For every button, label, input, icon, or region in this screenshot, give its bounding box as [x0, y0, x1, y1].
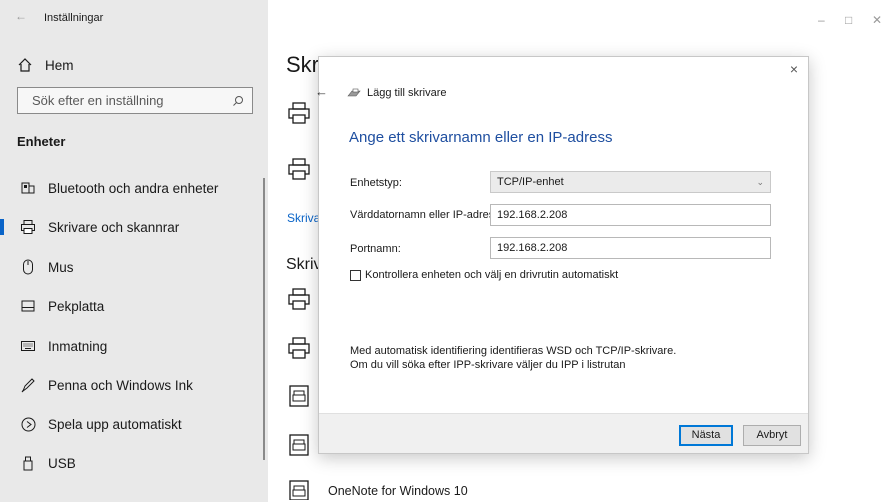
sidebar-scrollbar[interactable]: [263, 178, 265, 460]
nav-home[interactable]: Hem: [17, 57, 74, 73]
search-input[interactable]: Sök efter en inställning: [17, 87, 253, 114]
info-text-line-2: Om du vill söka efter IPP-skrivare välje…: [350, 359, 626, 371]
dialog-back-button[interactable]: ←: [315, 84, 328, 99]
sidebar-item-label: Skrivare och skannrar: [48, 219, 180, 235]
dialog-close-button[interactable]: ×: [790, 61, 798, 77]
add-printer-link[interactable]: Skriva: [287, 211, 320, 225]
info-text-line-1: Med automatisk identifiering identifiera…: [350, 345, 677, 357]
sidebar-item-label: Penna och Windows Ink: [48, 377, 193, 393]
chevron-down-icon: ⌄: [756, 176, 764, 187]
device-type-select[interactable]: TCP/IP-enhet ⌄: [490, 171, 771, 193]
mouse-icon: [20, 259, 36, 275]
autoplay-icon: [20, 416, 36, 432]
printer-icon[interactable]: [286, 335, 312, 361]
sidebar-item-usb[interactable]: USB: [0, 445, 268, 481]
sidebar-item-touchpad[interactable]: Pekplatta: [0, 288, 268, 324]
sidebar-item-mouse[interactable]: Mus: [0, 249, 268, 285]
printer-list-item-onenote[interactable]: OneNote for Windows 10: [328, 484, 468, 498]
hostname-input[interactable]: 192.168.2.208: [490, 204, 771, 226]
checkbox-box[interactable]: [350, 269, 361, 281]
usb-icon: [20, 455, 36, 471]
auto-detect-checkbox[interactable]: Kontrollera enheten och välj en drivruti…: [350, 269, 618, 281]
dialog-footer: Nästa Avbryt: [319, 413, 808, 453]
dialog-title-label: Lägg till skrivare: [367, 87, 447, 99]
pen-icon: [20, 377, 36, 393]
next-button[interactable]: Nästa: [679, 425, 733, 446]
checkbox-label: Kontrollera enheten och välj en drivruti…: [365, 269, 619, 281]
search-icon: [233, 95, 243, 106]
printer-icon: [20, 219, 36, 235]
sidebar-item-label: Spela upp automatiskt: [48, 416, 182, 432]
back-button[interactable]: ←: [15, 9, 27, 23]
section-title: Enheter: [17, 134, 66, 149]
sidebar-item-label: Bluetooth och andra enheter: [48, 180, 219, 196]
cancel-button[interactable]: Avbryt: [743, 425, 801, 446]
printer-icon[interactable]: [286, 286, 312, 312]
sidebar: ← Inställningar Hem Sök efter en inställ…: [0, 0, 268, 502]
hostname-label: Värddatornamn eller IP-adress:: [350, 209, 503, 221]
sidebar-item-bluetooth[interactable]: Bluetooth och andra enheter: [0, 170, 268, 206]
nav-home-label: Hem: [45, 57, 74, 73]
dialog-title: Lägg till skrivare: [347, 87, 446, 99]
touchpad-icon: [20, 298, 36, 314]
sidebar-item-autoplay[interactable]: Spela upp automatiskt: [0, 406, 268, 442]
app-title: Inställningar: [44, 12, 104, 24]
home-icon: [18, 58, 32, 72]
add-printer-dialog: × ← Lägg till skrivare Ange ett skrivarn…: [315, 56, 809, 454]
printer-icon[interactable]: [286, 100, 312, 126]
document-printer-icon[interactable]: [286, 383, 312, 409]
dialog-heading: Ange ett skrivarnamn eller en IP-adress: [349, 129, 613, 146]
sidebar-item-label: Pekplatta: [48, 298, 105, 314]
keyboard-icon: [20, 338, 36, 354]
printer-icon[interactable]: [286, 156, 312, 182]
device-type-value: TCP/IP-enhet: [497, 176, 564, 188]
search-placeholder: Sök efter en inställning: [32, 93, 164, 108]
maximize-button[interactable]: □: [845, 13, 852, 27]
bluetooth-devices-icon: [20, 180, 36, 196]
device-type-label: Enhetstyp:: [350, 177, 402, 189]
sidebar-item-label: Inmatning: [48, 338, 108, 354]
port-input[interactable]: 192.168.2.208: [490, 237, 771, 259]
document-printer-icon[interactable]: [286, 432, 312, 458]
sidebar-item-label: USB: [48, 455, 76, 471]
printer-wizard-icon: [347, 88, 361, 97]
sidebar-item-label: Mus: [48, 259, 74, 275]
close-window-button[interactable]: ✕: [872, 13, 882, 27]
section-heading: Skriv: [286, 256, 322, 273]
document-printer-icon[interactable]: [286, 478, 312, 500]
minimize-button[interactable]: –: [818, 13, 825, 27]
sidebar-item-printers[interactable]: Skrivare och skannrar: [0, 209, 268, 245]
sidebar-item-typing[interactable]: Inmatning: [0, 328, 268, 364]
port-label: Portnamn:: [350, 243, 401, 255]
sidebar-item-pen[interactable]: Penna och Windows Ink: [0, 367, 268, 403]
